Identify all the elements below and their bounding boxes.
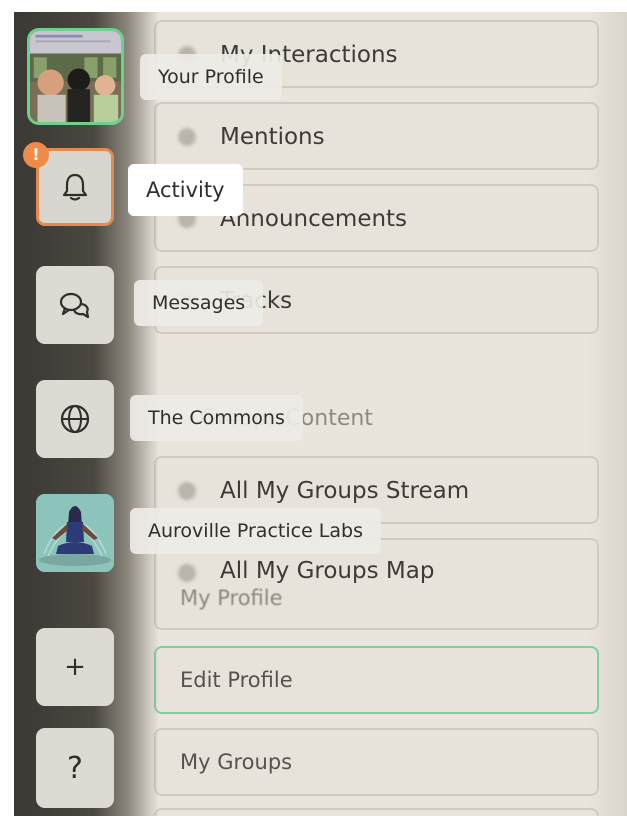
menu-item-icon [178,482,196,500]
add-group-button[interactable]: + [36,628,114,706]
menu-item-label: All My Groups Stream [220,478,470,504]
menu-item-icon [178,128,196,146]
menu-item-label: My Groups [180,750,293,774]
menu-item-edit-profile[interactable]: Edit Profile [154,646,599,714]
menu-item-label: Mentions [220,124,325,150]
help-button[interactable]: ? [36,728,114,808]
menu-item-icon [178,564,196,582]
auroville-practice-labs-button[interactable] [36,494,114,572]
menu-item-label: All My Groups Map [220,558,435,584]
messages-tooltip: Messages [134,280,264,326]
profile-button[interactable] [27,28,124,125]
app-frame: My Interactions Mentions Announcements T… [14,12,627,816]
menu-item-label: Edit Profile [180,668,293,692]
bell-icon [62,173,88,201]
profile-avatar [30,31,121,122]
auroville-tooltip: Auroville Practice Labs [130,508,381,554]
plus-icon: + [64,652,86,682]
menu-item-label: Announcements [220,206,408,232]
notification-badge: ! [23,142,49,168]
section-header-my-profile: My Profile [180,586,283,610]
globe-icon [60,404,90,434]
activity-tooltip: Activity [128,164,243,216]
profile-tooltip: Your Profile [140,54,282,100]
question-mark-icon: ? [67,750,83,786]
menu-item-my-groups[interactable]: My Groups [154,728,599,796]
chat-bubbles-icon [59,292,90,319]
commons-tooltip: The Commons [130,395,303,441]
menu-item-partial [154,808,599,816]
messages-button[interactable] [36,266,114,344]
meditation-figure-icon [36,494,114,572]
the-commons-button[interactable] [36,380,114,458]
menu-item-mentions[interactable]: Mentions [154,102,599,170]
